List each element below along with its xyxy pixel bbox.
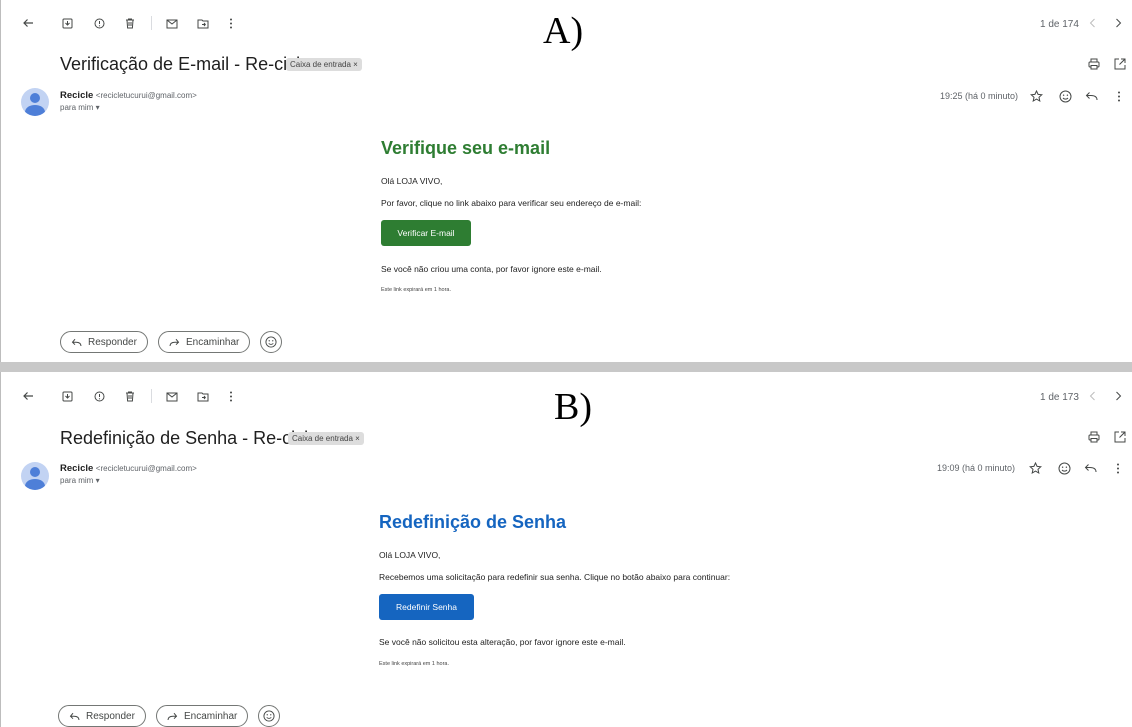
email-heading: Verifique seu e-mail [381, 138, 551, 158]
mark-unread-icon[interactable] [165, 16, 179, 30]
instruction-text: Por favor, clique no link abaixo para ve… [381, 198, 642, 208]
email-subject: Verificação de E-mail - Re-ciclo [60, 54, 311, 74]
email-view-password-reset: B) 1 de 173 Redefinição de Senha - Re-ci… [0, 372, 1132, 727]
star-icon[interactable] [1027, 460, 1043, 476]
chevron-left-icon[interactable] [1086, 16, 1098, 30]
recipient-dropdown[interactable]: para mim ▾ [60, 476, 100, 485]
emoji-icon [263, 710, 275, 722]
message-time: 19:25 (há 0 minuto) [940, 91, 1019, 101]
reply-icon [69, 712, 80, 720]
chevron-right-icon[interactable] [1112, 389, 1124, 403]
panel-separator [0, 362, 1132, 372]
forward-label: Encaminhar [186, 336, 240, 348]
recipient-dropdown[interactable]: para mim ▾ [60, 103, 100, 112]
avatar [21, 462, 49, 490]
print-icon[interactable] [1087, 430, 1101, 444]
reply-label: Responder [86, 710, 135, 722]
avatar [21, 88, 49, 116]
sender-line: Recicle <recicletucurui@gmail.com> [60, 90, 197, 101]
more-vert-icon[interactable] [1113, 460, 1123, 476]
expiry-text: Este link expirará em 1 hora. [381, 287, 452, 293]
star-icon[interactable] [1028, 88, 1044, 104]
figure-caption: A) [543, 10, 584, 52]
move-to-icon[interactable] [196, 16, 210, 30]
reply-icon[interactable] [1082, 460, 1098, 476]
archive-icon[interactable] [60, 389, 74, 403]
toolbar-divider [151, 389, 152, 403]
instruction-text: Recebemos uma solicitação para redefinir… [379, 572, 731, 582]
emoji-icon [265, 336, 277, 348]
verify-email-button[interactable]: Verificar E-mail [381, 220, 471, 246]
sender-name: Recicle [60, 463, 94, 474]
mark-unread-icon[interactable] [165, 389, 179, 403]
emoji-icon[interactable] [1057, 88, 1073, 104]
chevron-right-icon[interactable] [1112, 16, 1124, 30]
sender-email: <recicletucurui@gmail.com> [95, 91, 197, 100]
email-subject: Redefinição de Senha - Re-ciclo [60, 428, 319, 448]
reply-icon [71, 338, 82, 346]
forward-icon [169, 338, 180, 346]
emoji-reaction-button[interactable] [258, 705, 280, 727]
reply-button[interactable]: Responder [60, 331, 148, 353]
greeting-text: Olá LOJA VIVO, [379, 550, 441, 560]
back-arrow-icon[interactable] [21, 389, 35, 403]
forward-button[interactable]: Encaminhar [158, 331, 251, 353]
reset-password-button[interactable]: Redefinir Senha [379, 594, 474, 620]
toolbar-divider [151, 16, 152, 30]
inbox-label-chip[interactable]: Caixa de entrada × [288, 432, 364, 445]
message-time: 19:09 (há 0 minuto) [937, 463, 1016, 473]
delete-icon[interactable] [123, 16, 137, 30]
sender-line: Recicle <recicletucurui@gmail.com> [60, 463, 197, 474]
forward-label: Encaminhar [184, 710, 238, 722]
move-to-icon[interactable] [196, 389, 210, 403]
more-vert-icon[interactable] [226, 16, 236, 30]
ignore-text: Se você não solicitou esta alteração, po… [379, 637, 626, 647]
reply-button[interactable]: Responder [58, 705, 146, 727]
emoji-reaction-button[interactable] [260, 331, 282, 353]
reply-icon[interactable] [1083, 88, 1099, 104]
ignore-text: Se você não criou uma conta, por favor i… [381, 264, 602, 274]
report-spam-icon[interactable] [92, 389, 106, 403]
more-vert-icon[interactable] [1114, 88, 1124, 104]
back-arrow-icon[interactable] [21, 16, 35, 30]
inbox-label-chip[interactable]: Caixa de entrada × [286, 58, 362, 71]
delete-icon[interactable] [123, 389, 137, 403]
left-border [0, 372, 1, 727]
message-counter: 1 de 173 [1040, 392, 1079, 403]
emoji-icon[interactable] [1056, 460, 1072, 476]
forward-button[interactable]: Encaminhar [156, 705, 249, 727]
greeting-text: Olá LOJA VIVO, [381, 176, 443, 186]
message-counter: 1 de 174 [1040, 19, 1079, 30]
open-new-window-icon[interactable] [1113, 57, 1127, 71]
email-view-verification: A) 1 de 174 Verificação de E-mail - Re-c… [0, 0, 1132, 362]
sender-email: <recicletucurui@gmail.com> [95, 464, 197, 473]
forward-icon [167, 712, 178, 720]
chevron-left-icon[interactable] [1086, 389, 1098, 403]
email-heading: Redefinição de Senha [379, 512, 567, 532]
expiry-text: Este link expirará em 1 hora. [379, 661, 450, 667]
sender-name: Recicle [60, 90, 94, 101]
reply-label: Responder [88, 336, 137, 348]
more-vert-icon[interactable] [226, 389, 236, 403]
left-border [0, 0, 1, 362]
print-icon[interactable] [1087, 57, 1101, 71]
open-new-window-icon[interactable] [1113, 430, 1127, 444]
figure-caption: B) [554, 386, 592, 428]
archive-icon[interactable] [60, 16, 74, 30]
report-spam-icon[interactable] [92, 16, 106, 30]
